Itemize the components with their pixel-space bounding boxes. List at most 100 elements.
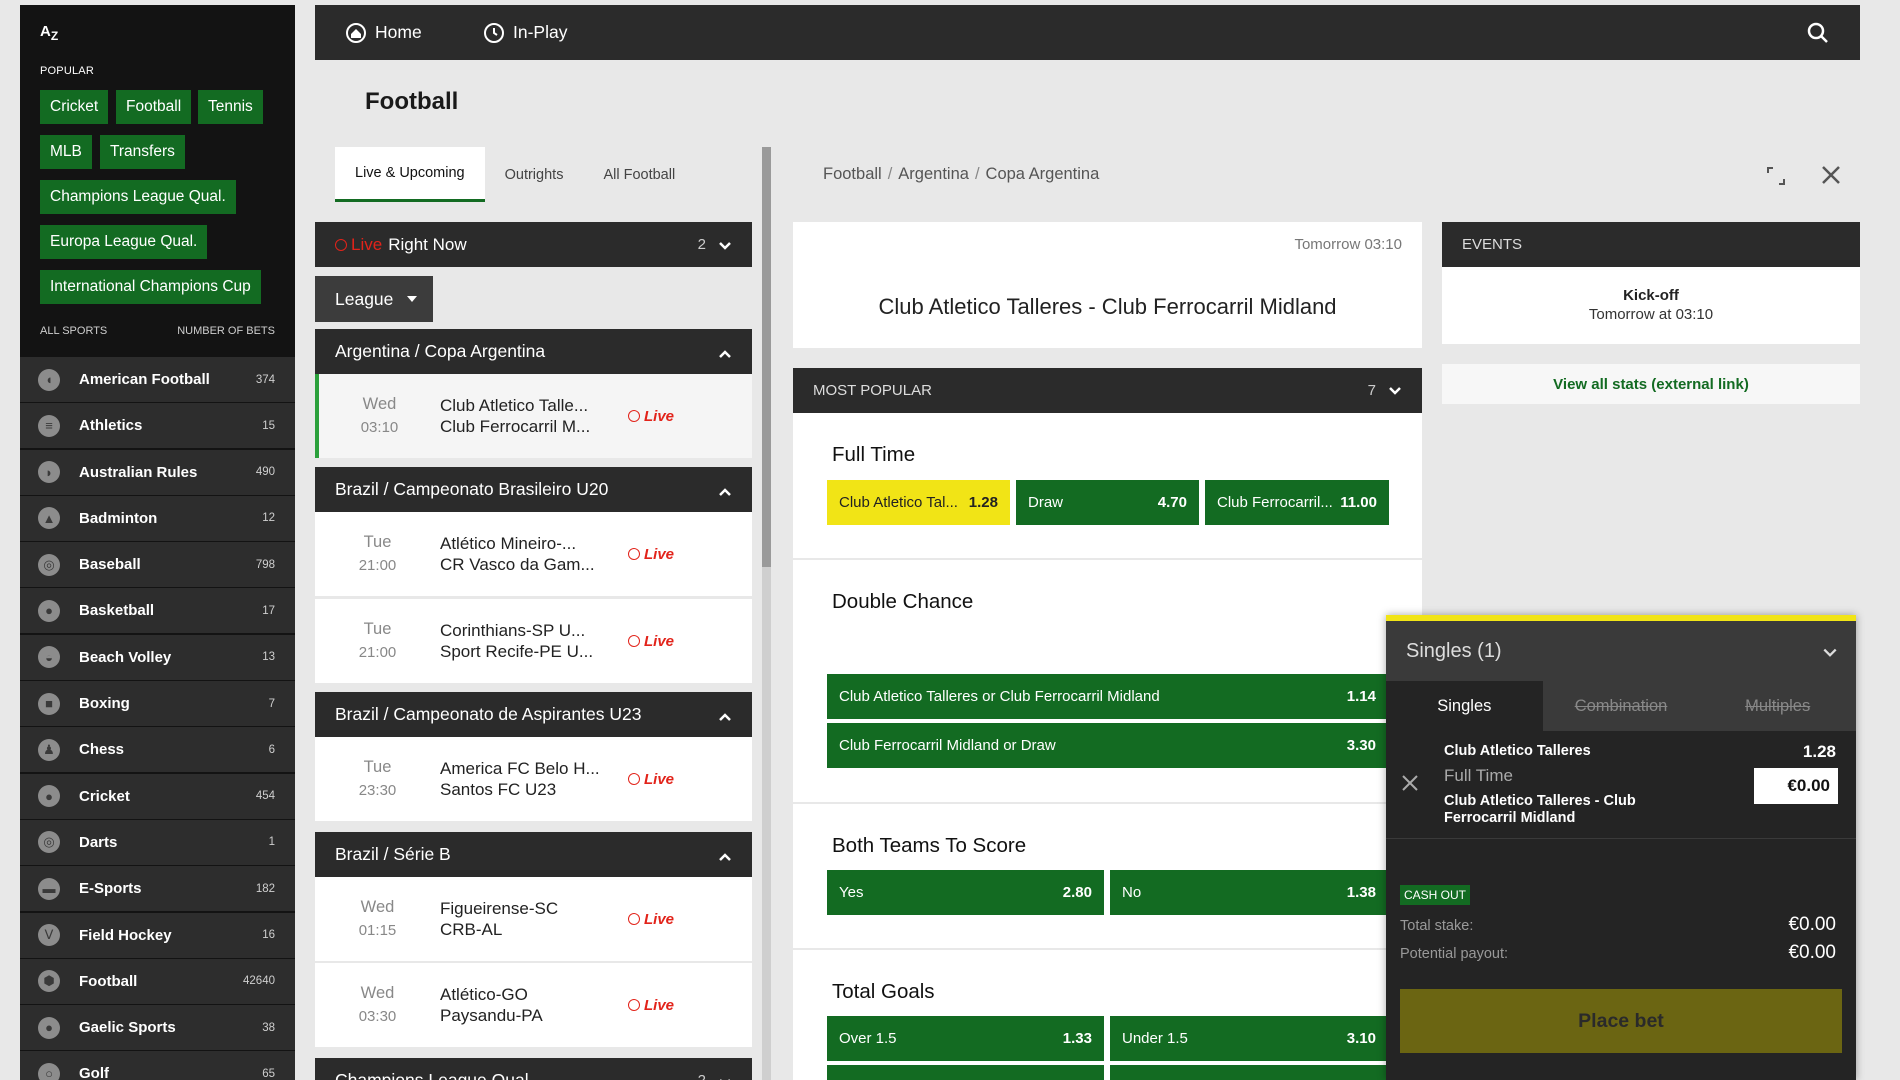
live-label: Live [644, 996, 675, 1014]
australian-rules-icon: ◗ [38, 461, 60, 484]
sport-name: Badminton [79, 509, 158, 527]
match-row[interactable]: Wed 01:15 Figueirense-SC CRB-AL Live [315, 877, 752, 961]
chevron-up-icon [718, 483, 732, 497]
odd-button-no[interactable]: No 1.38 [1110, 870, 1388, 915]
sport-bet-count: 65 [262, 1067, 275, 1080]
match-day: Wed [360, 898, 395, 916]
competition-header[interactable]: Brazil / Campeonato Brasileiro U20 [315, 467, 752, 512]
match-time: Wed 03:10 [319, 392, 440, 440]
odd-button-draw[interactable]: Draw 4.70 [1016, 480, 1199, 525]
popular-chip-international-champions-cup[interactable]: International Champions Cup [40, 270, 261, 304]
tab-singles[interactable]: Singles [1386, 681, 1543, 731]
clock-icon [483, 22, 505, 44]
most-popular-bar[interactable]: MOST POPULAR 7 [793, 368, 1422, 413]
odd-label: Club Atletico Talleres or Club Ferrocarr… [839, 688, 1160, 705]
view-stats-link[interactable]: View all stats (external link) [1442, 364, 1860, 404]
popular-chip-mlb[interactable]: MLB [40, 135, 92, 169]
popular-chip-europa-league-qual[interactable]: Europa League Qual. [40, 225, 208, 259]
sport-item-baseball[interactable]: ◎ Baseball 798 [20, 542, 295, 588]
sport-item-gaelic-sports[interactable]: ● Gaelic Sports 38 [20, 1005, 295, 1051]
odd-button[interactable]: Club Atletico Talleres or Club Ferrocarr… [827, 674, 1388, 719]
expand-icon[interactable] [1766, 166, 1790, 190]
match-row[interactable]: Wed 03:30 Atlético-GO Paysandu-PA Live [315, 963, 752, 1047]
live-bar-label: Right Now [388, 234, 467, 254]
league-filter-button[interactable]: League [315, 276, 433, 322]
match-day: Tue [363, 620, 392, 638]
close-icon[interactable] [1820, 164, 1844, 188]
sport-item-cricket[interactable]: ● Cricket 454 [20, 773, 295, 819]
tab-outrights[interactable]: Outrights [485, 147, 584, 202]
popular-chip-tennis[interactable]: Tennis [198, 90, 263, 124]
competition-header[interactable]: Champions League Qual. 2 [315, 1058, 752, 1080]
away-team: Santos FC U23 [440, 780, 557, 799]
sport-item-beach-volley[interactable]: ◒ Beach Volley 13 [20, 634, 295, 680]
sport-item-basketball[interactable]: ● Basketball 17 [20, 588, 295, 634]
live-right-now-bar[interactable]: Live Right Now 2 [315, 222, 752, 267]
sport-item-chess[interactable]: ♟ Chess 6 [20, 727, 295, 773]
sport-item-badminton[interactable]: ▲ Badminton 12 [20, 495, 295, 541]
odd-value: 1.14 [1346, 688, 1376, 705]
stake-input[interactable]: €0.00 [1754, 768, 1838, 804]
odd-button-over[interactable]: Over 1.5 1.33 [827, 1016, 1104, 1061]
list-scrollbar-track[interactable] [762, 567, 771, 1080]
sport-item-australian-rules[interactable]: ◗ Australian Rules 490 [20, 449, 295, 495]
events-panel-header: EVENTS [1442, 222, 1860, 267]
match-row[interactable]: Tue 23:30 America FC Belo H... Santos FC U… [315, 737, 752, 821]
sport-item-golf[interactable]: ○ Golf 65 [20, 1051, 295, 1080]
sport-bet-count: 182 [255, 882, 275, 895]
odd-button-partial[interactable] [1110, 1065, 1388, 1080]
competition-name: Brazil / Campeonato Brasileiro U20 [335, 479, 609, 499]
tab-all-football[interactable]: All Football [583, 147, 695, 202]
sport-item-e-sports[interactable]: ▬ E-Sports 182 [20, 866, 295, 912]
az-sort-button[interactable]: AZ [40, 23, 58, 43]
odd-value: 3.30 [1346, 737, 1376, 754]
competition-name: Brazil / Campeonato de Aspirantes U23 [335, 704, 642, 724]
match-row[interactable]: Tue 21:00 Corinthians-SP U... Sport Recife… [315, 599, 752, 683]
sport-item-athletics[interactable]: ≡ Athletics 15 [20, 403, 295, 449]
home-team: Figueirense-SC [440, 899, 559, 918]
competition-header[interactable]: Brazil / Série B [315, 832, 752, 877]
sport-name: Gaelic Sports [79, 1019, 176, 1037]
sport-item-football[interactable]: ⬢ Football 42640 [20, 958, 295, 1004]
competition-header[interactable]: Brazil / Campeonato de Aspirantes U23 [315, 692, 752, 737]
popular-chip-transfers[interactable]: Transfers [100, 135, 185, 169]
tab-live-upcoming[interactable]: Live & Upcoming [335, 147, 485, 202]
odd-button-partial[interactable] [827, 1065, 1104, 1080]
cricket-icon: ● [38, 785, 60, 808]
tab-combination[interactable]: Combination [1542, 681, 1700, 731]
sport-name: Boxing [79, 695, 130, 713]
popular-chip-champions-league-qual[interactable]: Champions League Qual. [40, 180, 236, 214]
odd-button-home[interactable]: Club Atletico Tal... 1.28 [827, 480, 1010, 525]
popular-label: POPULAR [40, 65, 94, 77]
popular-chip-cricket[interactable]: Cricket [40, 90, 109, 124]
match-row[interactable]: Tue 21:00 Atlético Mineiro-... CR Vasco da… [315, 512, 752, 596]
breadcrumb-football[interactable]: Football [823, 165, 882, 183]
match-row[interactable]: Wed 03:10 Club Atletico Talle... Club Ferr… [315, 374, 752, 458]
breadcrumb-argentina[interactable]: Argentina [898, 165, 969, 183]
place-bet-button[interactable]: Place bet [1400, 989, 1842, 1053]
search-icon[interactable] [1806, 21, 1830, 45]
nav-home[interactable]: Home [345, 5, 422, 60]
sport-name: Cricket [79, 787, 130, 805]
live-icon [628, 548, 640, 560]
tab-multiples[interactable]: Multiples [1699, 681, 1857, 731]
sport-bet-count: 13 [262, 651, 275, 664]
nav-inplay[interactable]: In-Play [483, 5, 567, 60]
betslip-header[interactable]: Singles (1) [1386, 621, 1856, 681]
odd-button-yes[interactable]: Yes 2.80 [827, 870, 1104, 915]
market-full-time: Full Time Club Atletico Tal... 1.28 Draw 4… [793, 413, 1422, 558]
odd-button-away[interactable]: Club Ferrocarril... 11.00 [1205, 480, 1389, 525]
list-scrollbar-thumb[interactable] [762, 147, 771, 567]
odd-button[interactable]: Club Ferrocarril Midland or Draw 3.30 [827, 723, 1388, 768]
breadcrumb-copa-argentina[interactable]: Copa Argentina [986, 165, 1100, 183]
sport-item-field-hockey[interactable]: Ⅴ Field Hockey 16 [20, 912, 295, 958]
sport-item-american-football[interactable]: ◖ American Football 374 [20, 357, 295, 402]
remove-selection-icon[interactable] [1400, 773, 1420, 793]
sport-item-boxing[interactable]: ■ Boxing 7 [20, 681, 295, 727]
competition-header[interactable]: Argentina / Copa Argentina [315, 329, 752, 374]
odd-button-under[interactable]: Under 1.5 3.10 [1110, 1016, 1388, 1061]
sport-item-darts[interactable]: ◎ Darts 1 [20, 819, 295, 865]
sport-bet-count: 17 [262, 604, 275, 617]
competition-count: 2 [698, 1072, 706, 1080]
popular-chip-football[interactable]: Football [116, 90, 192, 124]
